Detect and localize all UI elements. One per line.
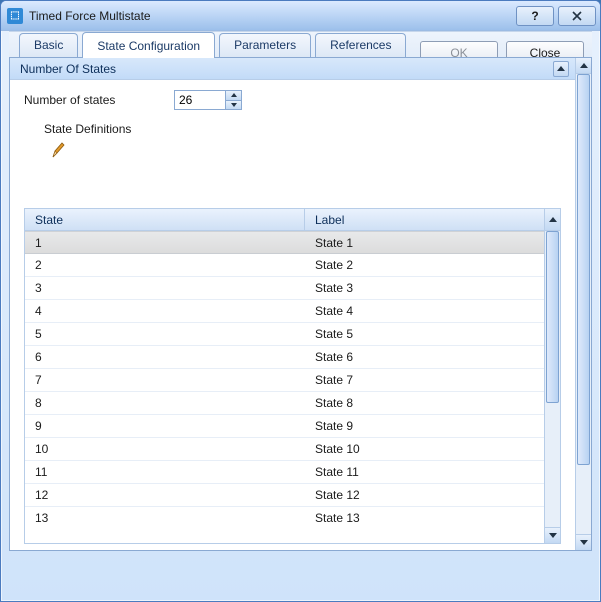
cell-label: State 2 — [305, 258, 544, 272]
table-row[interactable]: 6State 6 — [25, 346, 544, 369]
pencil-icon — [50, 140, 66, 160]
grid-scroll-up-button[interactable] — [544, 209, 560, 230]
chevron-up-icon — [557, 66, 565, 71]
close-icon — [572, 11, 582, 21]
chevron-down-icon — [549, 533, 557, 538]
chevron-up-icon — [231, 93, 237, 97]
tab-state-configuration[interactable]: State Configuration — [82, 32, 215, 58]
cell-state: 12 — [25, 488, 305, 502]
grid-scrollbar[interactable] — [544, 231, 560, 527]
client-area: Basic State Configuration Parameters Refere… — [9, 31, 592, 593]
grid-scrollbar-thumb[interactable] — [546, 231, 559, 403]
state-definitions-label: State Definitions — [24, 122, 561, 136]
tabstrip: Basic State Configuration Parameters Refere… — [9, 31, 592, 57]
table-row[interactable]: 3State 3 — [25, 277, 544, 300]
cell-label: State 8 — [305, 396, 544, 410]
cell-label: State 3 — [305, 281, 544, 295]
tab-parameters[interactable]: Parameters — [219, 33, 311, 57]
tab-page: Number Of States Number of states — [9, 57, 592, 551]
chevron-down-icon — [580, 540, 588, 545]
tab-references[interactable]: References — [315, 33, 406, 57]
chevron-up-icon — [549, 217, 557, 222]
cell-state: 10 — [25, 442, 305, 456]
cell-state: 6 — [25, 350, 305, 364]
help-icon: ? — [531, 9, 538, 23]
tab-label: Basic — [34, 38, 63, 52]
chevron-down-icon — [231, 103, 237, 107]
table-row[interactable]: 5State 5 — [25, 323, 544, 346]
tabpage-scrollbar[interactable] — [575, 58, 591, 550]
tab-label: References — [330, 38, 391, 52]
dialog-window: ⬚ Timed Force Multistate ? Basic State Co… — [0, 0, 601, 602]
state-definitions-toolbar — [24, 136, 561, 169]
cell-label: State 9 — [305, 419, 544, 433]
help-button[interactable]: ? — [516, 6, 554, 26]
section-header: Number Of States — [10, 58, 575, 80]
tabpage-scroll-down-button[interactable] — [576, 534, 591, 550]
cell-label: State 13 — [305, 511, 544, 525]
section-body: Number of states State Definitions — [10, 80, 575, 177]
cell-label: State 6 — [305, 350, 544, 364]
section-title: Number Of States — [20, 62, 116, 76]
table-row[interactable]: 8State 8 — [25, 392, 544, 415]
cell-state: 8 — [25, 396, 305, 410]
cell-state: 2 — [25, 258, 305, 272]
grid-header: State Label — [25, 209, 560, 231]
close-window-button[interactable] — [558, 6, 596, 26]
tab-label: State Configuration — [97, 39, 200, 53]
cell-label: State 1 — [305, 236, 544, 250]
cell-label: State 7 — [305, 373, 544, 387]
table-row[interactable]: 12State 12 — [25, 484, 544, 507]
column-header-label[interactable]: Label — [305, 209, 544, 230]
cell-state: 4 — [25, 304, 305, 318]
column-header-state[interactable]: State — [25, 209, 305, 230]
tabpage-scrollbar-thumb[interactable] — [577, 74, 590, 465]
section-collapse-button[interactable] — [553, 61, 569, 77]
grid-scroll-down-button[interactable] — [544, 527, 560, 543]
table-row[interactable]: 4State 4 — [25, 300, 544, 323]
cell-label: State 11 — [305, 465, 544, 479]
cell-label: State 12 — [305, 488, 544, 502]
table-row[interactable]: 1State 1 — [25, 231, 544, 254]
table-row[interactable]: 9State 9 — [25, 415, 544, 438]
table-row[interactable]: 13State 13 — [25, 507, 544, 527]
cell-state: 5 — [25, 327, 305, 341]
table-row[interactable]: 11State 11 — [25, 461, 544, 484]
number-of-states-label: Number of states — [24, 93, 174, 107]
number-of-states-input[interactable] — [175, 91, 225, 109]
table-row[interactable]: 10State 10 — [25, 438, 544, 461]
number-of-states-spinner — [174, 90, 242, 110]
edit-button[interactable] — [50, 140, 66, 160]
grid-body: 1State 12State 23State 34State 45State 5… — [25, 231, 544, 527]
tabpage-scroll-up-button[interactable] — [576, 58, 591, 74]
titlebar: ⬚ Timed Force Multistate ? — [1, 1, 600, 31]
content-area: Basic State Configuration Parameters Refere… — [9, 31, 592, 551]
cell-state: 3 — [25, 281, 305, 295]
tab-label: Parameters — [234, 38, 296, 52]
cell-label: State 4 — [305, 304, 544, 318]
chevron-up-icon — [580, 63, 588, 68]
cell-state: 13 — [25, 511, 305, 525]
table-row[interactable]: 7State 7 — [25, 369, 544, 392]
spinner-down-button[interactable] — [225, 101, 241, 110]
tab-page-content: Number Of States Number of states — [10, 58, 575, 550]
number-of-states-row: Number of states — [24, 88, 561, 112]
table-row[interactable]: 2State 2 — [25, 254, 544, 277]
window-title: Timed Force Multistate — [29, 9, 512, 23]
tab-basic[interactable]: Basic — [19, 33, 78, 57]
cell-state: 1 — [25, 236, 305, 250]
cell-state: 7 — [25, 373, 305, 387]
app-icon: ⬚ — [7, 8, 23, 24]
cell-state: 9 — [25, 419, 305, 433]
spinner-up-button[interactable] — [225, 91, 241, 101]
cell-label: State 10 — [305, 442, 544, 456]
cell-label: State 5 — [305, 327, 544, 341]
state-grid: State Label 1State 12State 23State 34Sta… — [24, 208, 561, 544]
cell-state: 11 — [25, 465, 305, 479]
